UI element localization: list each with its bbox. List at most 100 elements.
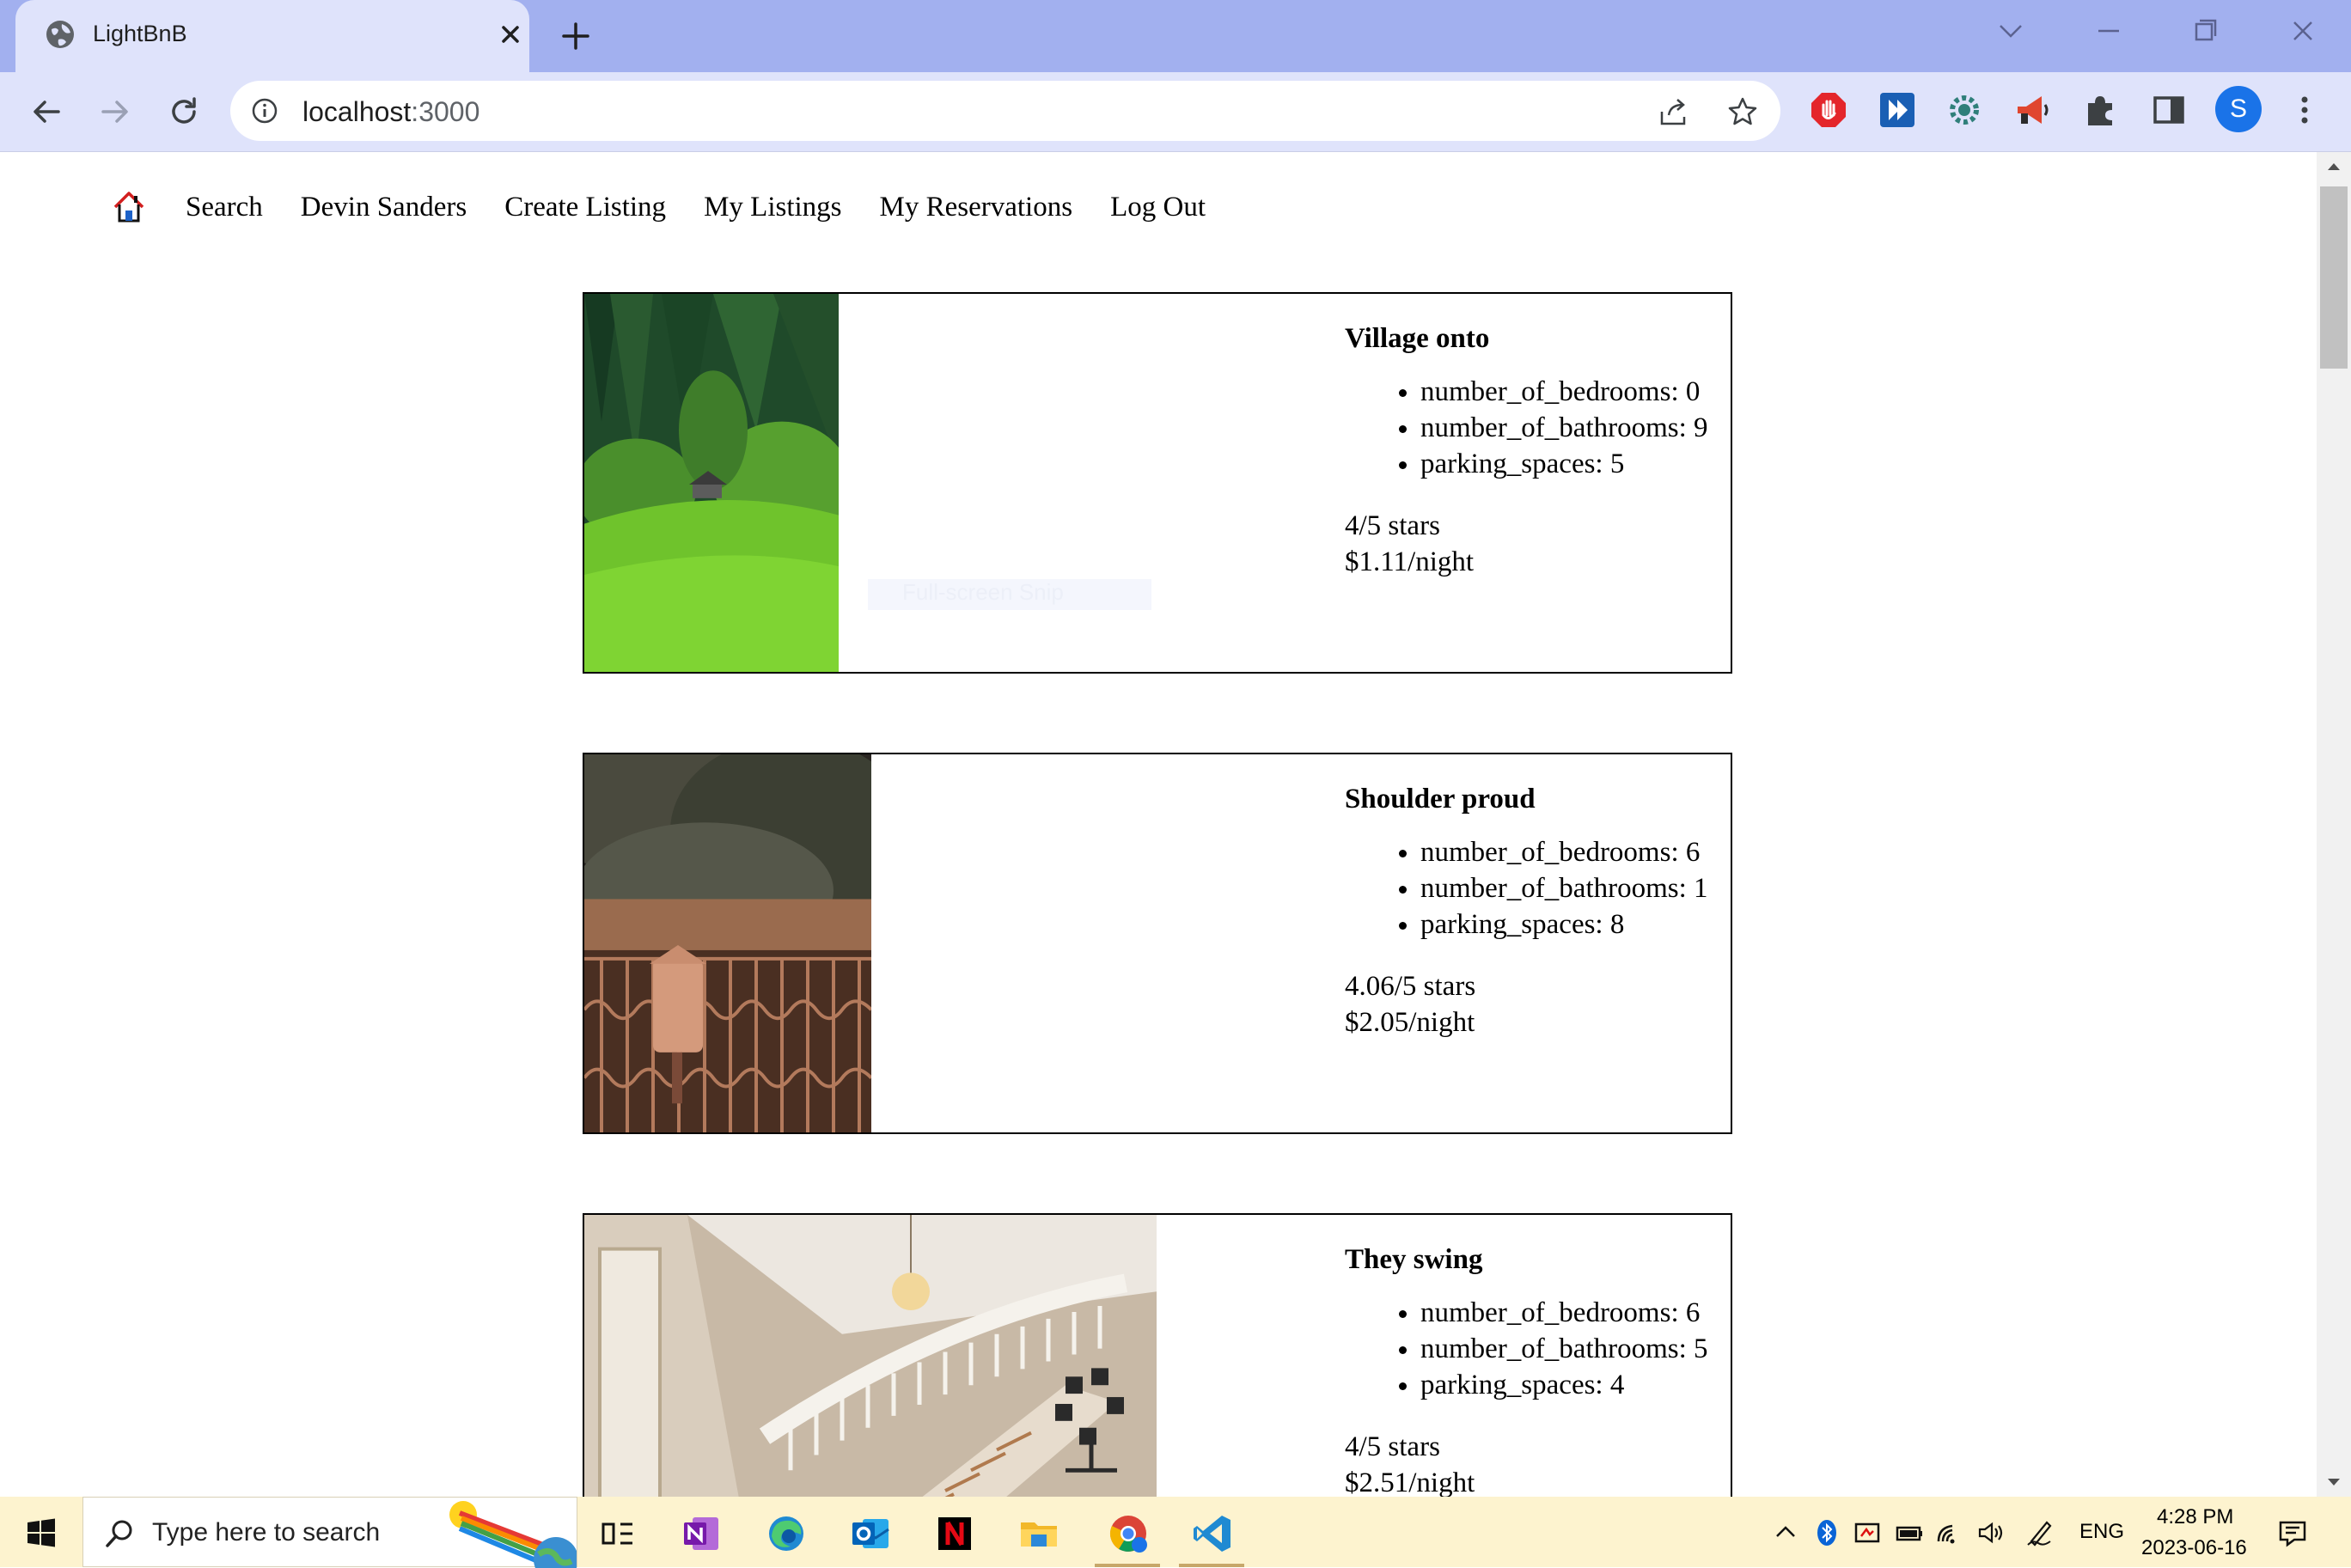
new-tab-icon[interactable] [557,17,595,55]
detail-parking: parking_spaces: 4 [1420,1367,1731,1403]
listing-title: They swing [1345,1244,1483,1275]
listing-rating-price: 4/5 stars $2.51/night [1345,1429,1731,1497]
detail-bathrooms: number_of_bathrooms: 1 [1420,870,1731,906]
tab-search-chevron-icon[interactable] [1987,12,2035,50]
address-bar[interactable]: localhost:3000 [230,81,1780,141]
back-arrow-icon[interactable] [26,91,67,132]
adblock-extension-icon[interactable] [1808,89,1849,131]
property-listing: Full-screen Snip Village onto number_of_… [583,292,1732,674]
url-host: localhost [302,96,412,127]
nav-log-out[interactable]: Log Out [1110,192,1206,223]
site-navigation: Search Devin Sanders Create Listing My L… [112,181,1243,233]
vscode-active-indicator [1179,1564,1244,1567]
detail-bedrooms: number_of_bedrooms: 6 [1420,1295,1731,1331]
nav-search[interactable]: Search [186,192,263,223]
chrome-app-icon[interactable] [1107,1512,1150,1555]
close-window-icon[interactable] [2279,12,2327,50]
vscode-app-icon[interactable] [1191,1512,1234,1555]
onenote-app-icon[interactable] [681,1512,724,1555]
clock-time[interactable]: 4:28 PM [2157,1505,2233,1529]
listing-rating: 4.06/5 stars [1345,971,1476,1002]
pen-ink-icon[interactable] [2024,1517,2055,1548]
nav-my-reservations[interactable]: My Reservations [880,192,1073,223]
page-viewport: Search Devin Sanders Create Listing My L… [0,152,2317,1497]
side-panel-icon[interactable] [2148,89,2189,131]
bookmark-star-icon[interactable] [1725,95,1760,129]
language-indicator[interactable]: ENG [2079,1520,2124,1544]
url-port: :3000 [411,96,480,127]
wifi-icon[interactable] [1935,1517,1966,1548]
minimize-icon[interactable] [2085,12,2133,50]
scrollbar-thumb[interactable] [2320,186,2348,369]
scroll-up-arrow-icon[interactable] [2317,152,2351,181]
battery-icon[interactable] [1894,1517,1925,1548]
listing-price: $2.05/night [1345,1007,1475,1038]
file-explorer-icon[interactable] [1017,1512,1060,1555]
page-scrollbar[interactable] [2317,152,2351,1497]
site-info-icon[interactable] [251,97,278,125]
search-icon [106,1520,132,1547]
tab-title: LightBnB [93,21,187,46]
listing-details: number_of_bedrooms: 0 number_of_bathroom… [1345,374,1731,482]
detail-parking: parking_spaces: 8 [1420,906,1731,943]
volume-icon[interactable] [1976,1517,2007,1548]
restore-icon[interactable] [2181,12,2229,50]
nav-my-listings[interactable]: My Listings [704,192,841,223]
globe-icon [46,21,74,48]
tray-overflow-chevron-icon[interactable] [1770,1517,1801,1548]
detail-bathrooms: number_of_bathrooms: 9 [1420,410,1731,446]
browser-toolbar: localhost:3000 S [0,72,2351,152]
tab-strip: LightBnB [0,0,2351,72]
task-view-icon[interactable] [596,1512,639,1555]
listing-title: Shoulder proud [1345,784,1536,815]
taskbar-search-box[interactable]: Type here to search [82,1497,577,1568]
property-listing: Shoulder proud number_of_bedrooms: 6 num… [583,753,1732,1134]
megaphone-extension-icon[interactable] [2012,89,2054,131]
listing-details: number_of_bedrooms: 6 number_of_bathroom… [1345,1295,1731,1403]
snip-overlay-remnant: Full-screen Snip [868,579,1151,610]
kebab-menu-icon[interactable] [2284,89,2325,131]
bluetooth-icon[interactable] [1811,1517,1842,1548]
reload-icon[interactable] [163,91,205,132]
notification-center-icon[interactable] [2277,1517,2308,1548]
detail-bathrooms: number_of_bathrooms: 5 [1420,1331,1731,1367]
search-highlight-rainbow-icon [449,1501,577,1568]
listing-price: $2.51/night [1345,1467,1475,1497]
profile-avatar[interactable]: S [2215,86,2262,132]
nav-create-listing[interactable]: Create Listing [504,192,666,223]
meeting-tray-icon[interactable] [1853,1517,1884,1548]
listing-title: Village onto [1345,323,1490,354]
listing-photo-mailbox-fence [584,754,871,1132]
detail-bedrooms: number_of_bedrooms: 6 [1420,834,1731,870]
nav-user-name[interactable]: Devin Sanders [301,192,467,223]
outlook-app-icon[interactable] [849,1512,892,1555]
gear-extension-icon[interactable] [1944,89,1985,131]
netflix-app-icon[interactable] [933,1512,976,1555]
url-text[interactable]: localhost:3000 [302,96,479,128]
listing-rating: 4/5 stars [1345,510,1440,541]
listing-price: $1.11/night [1345,546,1475,577]
taskbar-search-placeholder: Type here to search [152,1518,381,1547]
forward-arrow-icon[interactable] [95,91,136,132]
listing-info: Shoulder proud number_of_bedrooms: 6 num… [1345,784,1731,1040]
listing-details: number_of_bedrooms: 6 number_of_bathroom… [1345,834,1731,943]
listing-rating-price: 4/5 stars $1.11/night [1345,508,1731,580]
puzzle-extensions-icon[interactable] [2079,89,2121,131]
home-icon[interactable] [112,190,146,224]
detail-bedrooms: number_of_bedrooms: 0 [1420,374,1731,410]
clock-date[interactable]: 2023-06-16 [2141,1536,2247,1560]
windows-start-icon[interactable] [24,1516,58,1550]
tab-lightbnb[interactable]: LightBnB [15,0,529,72]
scroll-down-arrow-icon[interactable] [2317,1467,2351,1497]
listing-photo-staircase [584,1215,1157,1497]
share-icon[interactable] [1657,95,1691,129]
listing-rating: 4/5 stars [1345,1431,1440,1462]
listing-info: They swing number_of_bedrooms: 6 number_… [1345,1244,1731,1497]
media-extension-icon[interactable] [1877,89,1918,131]
detail-parking: parking_spaces: 5 [1420,446,1731,482]
close-tab-icon[interactable] [493,17,528,52]
listing-rating-price: 4.06/5 stars $2.05/night [1345,968,1731,1040]
chrome-active-indicator [1095,1564,1160,1567]
listing-info: Village onto number_of_bedrooms: 0 numbe… [1345,323,1731,580]
edge-browser-icon[interactable] [765,1512,808,1555]
